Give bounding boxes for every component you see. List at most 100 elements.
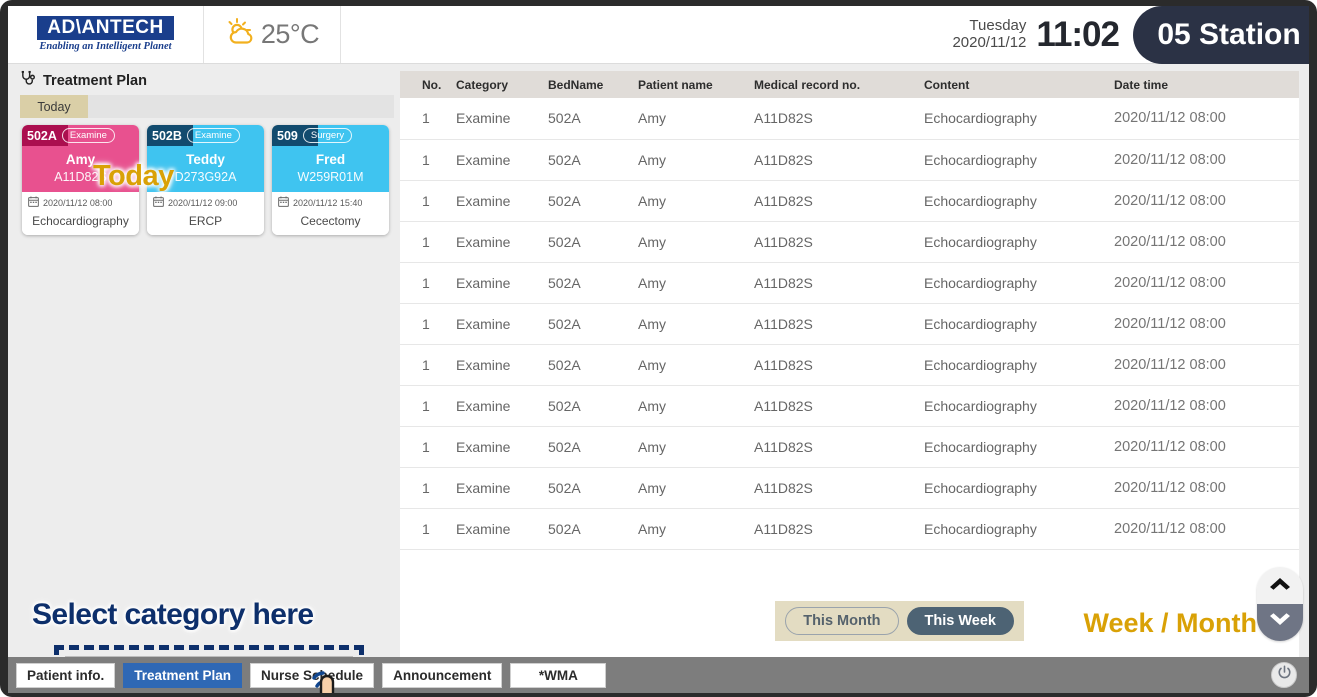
- cell-mrn: A11D82S: [754, 426, 924, 467]
- card-bed-label: 502B: [152, 129, 182, 143]
- card-datetime: 2020/11/12 09:00: [168, 198, 237, 208]
- sun-behind-cloud-icon: [225, 17, 257, 52]
- cell-ct: Echocardiography: [924, 180, 1114, 221]
- patient-card[interactable]: 509 Surgery Fred W259R01M: [272, 125, 389, 235]
- table-header-row: No. Category BedName Patient name Medica…: [400, 71, 1299, 98]
- bottom-nav: Patient info. Treatment Plan Nurse Sched…: [8, 657, 1309, 693]
- this-month-button[interactable]: This Month: [785, 607, 898, 635]
- cell-mrn: A11D82S: [754, 303, 924, 344]
- cell-mrn: A11D82S: [754, 344, 924, 385]
- cell-cat: Examine: [456, 180, 548, 221]
- app-header: AD\ANTECH Enabling an Intelligent Planet: [8, 6, 1309, 64]
- table-row[interactable]: 1Examine502AAmyA11D82SEchocardiography20…: [400, 303, 1299, 344]
- table-scroll-control[interactable]: [1257, 567, 1303, 641]
- card-date-row: 2020/11/12 09:00: [153, 196, 258, 209]
- cell-bed: 502A: [548, 508, 638, 549]
- table-row[interactable]: 1Examine502AAmyA11D82SEchocardiography20…: [400, 180, 1299, 221]
- card-category-chip: Examine: [62, 128, 115, 143]
- cell-dt: 2020/11/12 08:00: [1114, 508, 1299, 549]
- card-footer: 2020/11/12 15:40 Cecectomy: [272, 192, 389, 235]
- logo-wordmark: AD\ANTECH: [37, 16, 173, 40]
- tab-today[interactable]: Today: [20, 95, 88, 118]
- cell-pn: Amy: [638, 303, 754, 344]
- cell-dt: 2020/11/12 08:00: [1114, 139, 1299, 180]
- cell-no: 1: [400, 221, 456, 262]
- range-toggle-group: This Month This Week: [775, 601, 1024, 641]
- table-row[interactable]: 1Examine502AAmyA11D82SEchocardiography20…: [400, 262, 1299, 303]
- column-header-medical-record-no: Medical record no.: [754, 71, 924, 98]
- calendar-icon: [28, 196, 39, 209]
- logo-tagline: Enabling an Intelligent Planet: [37, 42, 173, 53]
- cell-bed: 502A: [548, 467, 638, 508]
- cell-bed: 502A: [548, 98, 638, 139]
- cell-bed: 502A: [548, 344, 638, 385]
- main-body: Treatment Plan Today 502A Examine Amy A1…: [8, 64, 1309, 657]
- cell-ct: Echocardiography: [924, 508, 1114, 549]
- annotation-select-category: Select category here: [32, 598, 313, 632]
- card-header: 509 Surgery: [272, 125, 389, 146]
- column-header-date-time: Date time: [1114, 71, 1299, 98]
- cell-dt: 2020/11/12 08:00: [1114, 303, 1299, 344]
- cell-no: 1: [400, 98, 456, 139]
- cell-pn: Amy: [638, 385, 754, 426]
- cell-ct: Echocardiography: [924, 139, 1114, 180]
- cell-dt: 2020/11/12 08:00: [1114, 262, 1299, 303]
- card-body: Fred W259R01M: [272, 146, 389, 192]
- nav-patient-info[interactable]: Patient info.: [16, 663, 115, 688]
- cell-ct: Echocardiography: [924, 98, 1114, 139]
- weather-widget: 25°C: [204, 6, 341, 63]
- card-bed-label: 502A: [27, 129, 57, 143]
- cell-mrn: A11D82S: [754, 180, 924, 221]
- brand-logo: AD\ANTECH Enabling an Intelligent Planet: [8, 6, 204, 63]
- table-row[interactable]: 1Examine502AAmyA11D82SEchocardiography20…: [400, 508, 1299, 549]
- card-header: 502A Examine: [22, 125, 139, 146]
- column-header-content: Content: [924, 71, 1114, 98]
- card-content-label: ERCP: [153, 214, 258, 228]
- cell-dt: 2020/11/12 08:00: [1114, 98, 1299, 139]
- cell-pn: Amy: [638, 344, 754, 385]
- cell-cat: Examine: [456, 344, 548, 385]
- table-row[interactable]: 1Examine502AAmyA11D82SEchocardiography20…: [400, 221, 1299, 262]
- nav-treatment-plan[interactable]: Treatment Plan: [123, 663, 242, 688]
- card-bed-label: 509: [277, 129, 298, 143]
- card-content-label: Cecectomy: [278, 214, 383, 228]
- cell-mrn: A11D82S: [754, 98, 924, 139]
- card-content-label: Echocardiography: [28, 214, 133, 228]
- cell-ct: Echocardiography: [924, 467, 1114, 508]
- table-row[interactable]: 1Examine502AAmyA11D82SEchocardiography20…: [400, 426, 1299, 467]
- table-row[interactable]: 1Examine502AAmyA11D82SEchocardiography20…: [400, 344, 1299, 385]
- nav-announcement[interactable]: Announcement: [382, 663, 502, 688]
- this-week-button[interactable]: This Week: [907, 607, 1014, 635]
- cell-bed: 502A: [548, 262, 638, 303]
- cell-cat: Examine: [456, 139, 548, 180]
- cell-bed: 502A: [548, 385, 638, 426]
- cell-mrn: A11D82S: [754, 385, 924, 426]
- column-header-no: No.: [400, 71, 456, 98]
- table-row[interactable]: 1Examine502AAmyA11D82SEchocardiography20…: [400, 385, 1299, 426]
- weekday-label: Tuesday: [952, 18, 1026, 34]
- cell-dt: 2020/11/12 08:00: [1114, 344, 1299, 385]
- column-header-bedname: BedName: [548, 71, 638, 98]
- power-button[interactable]: [1271, 662, 1297, 688]
- cell-pn: Amy: [638, 221, 754, 262]
- cell-bed: 502A: [548, 426, 638, 467]
- cell-no: 1: [400, 180, 456, 221]
- clock-time: 11:02: [1036, 15, 1119, 55]
- screen: AD\ANTECH Enabling an Intelligent Planet: [8, 6, 1309, 693]
- cell-pn: Amy: [638, 508, 754, 549]
- table-row[interactable]: 1Examine502AAmyA11D82SEchocardiography20…: [400, 139, 1299, 180]
- cell-ct: Echocardiography: [924, 344, 1114, 385]
- cell-bed: 502A: [548, 303, 638, 344]
- cell-cat: Examine: [456, 98, 548, 139]
- cell-pn: Amy: [638, 467, 754, 508]
- nav-nurse-schedule[interactable]: Nurse Schedule: [250, 663, 374, 688]
- nav-wma[interactable]: *WMA: [510, 663, 606, 688]
- date-label: 2020/11/12: [952, 35, 1026, 51]
- cell-mrn: A11D82S: [754, 467, 924, 508]
- page-title: Treatment Plan: [43, 73, 147, 89]
- cell-cat: Examine: [456, 262, 548, 303]
- table-row[interactable]: 1Examine502AAmyA11D82SEchocardiography20…: [400, 467, 1299, 508]
- cell-ct: Echocardiography: [924, 221, 1114, 262]
- cell-cat: Examine: [456, 426, 548, 467]
- table-row[interactable]: 1Examine502AAmyA11D82SEchocardiography20…: [400, 98, 1299, 139]
